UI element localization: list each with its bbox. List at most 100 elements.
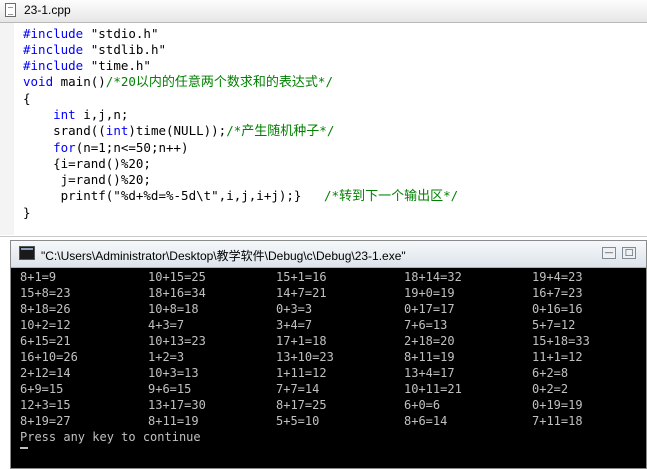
console-output: 8+1=9 10+15=25 15+1=16 18+14=32 19+4=23 15+8=…	[20, 269, 640, 429]
output-cell: 4+3=7	[148, 318, 185, 332]
output-cell: 15+8=23	[20, 286, 71, 300]
code-line: {	[23, 91, 458, 107]
output-cell: 10+2=12	[20, 318, 71, 332]
output-cell: 17+1=18	[276, 334, 327, 348]
output-cell: 18+14=32	[404, 270, 462, 284]
console-icon	[19, 246, 35, 260]
code-comment: /*20	[105, 74, 136, 89]
output-cell: 11+1=12	[532, 350, 583, 364]
output-cell: 16+7=23	[532, 286, 583, 300]
output-row: 12+3=15 13+17=30 8+17=25 6+0=6 0+19=19	[20, 397, 640, 413]
output-row: 16+10=26 1+2=3 13+10=23 8+11=19 11+1=12	[20, 349, 640, 365]
output-cell: 13+4=17	[404, 366, 455, 380]
console-title: "C:\Users\Administrator\Desktop\教学软件\Deb…	[41, 249, 406, 263]
code-comment: */	[319, 123, 335, 138]
file-name: 23-1.cpp	[24, 3, 71, 17]
code-line: int i,j,n;	[23, 107, 458, 123]
code-comment: 转到下一个输出区	[339, 189, 444, 204]
output-row: 8+18=26 10+8=18 0+3=3 0+17=17 0+16=16	[20, 301, 640, 317]
code-comment: 以内的任意两个数求和的表达式	[135, 75, 318, 90]
maximize-button[interactable]: □	[622, 247, 636, 259]
code-line: #include "stdio.h"	[23, 26, 458, 42]
text-cursor	[20, 447, 28, 449]
code-text: "stdio.h"	[83, 26, 159, 41]
output-cell: 16+10=26	[20, 350, 78, 364]
output-cell: 7+7=14	[276, 382, 320, 396]
code-keyword: int	[53, 107, 76, 122]
output-cell: 10+3=13	[148, 366, 199, 380]
code-text: main()	[53, 74, 106, 89]
editor-gutter	[0, 23, 14, 235]
code-text: printf("%d+%d=%-5d\t",i,j,i+j);}	[23, 188, 325, 203]
source-code[interactable]: #include "stdio.h" #include "stdlib.h" #in…	[23, 26, 458, 221]
code-keyword: #include	[23, 42, 84, 57]
output-cell: 0+17=17	[404, 302, 455, 316]
output-cell: 10+11=21	[404, 382, 462, 396]
console-title-bar[interactable]: "C:\Users\Administrator\Desktop\教学软件\Deb…	[11, 241, 646, 268]
output-cell: 7+6=13	[404, 318, 448, 332]
output-cell: 3+4=7	[276, 318, 313, 332]
code-text: }	[23, 205, 31, 220]
code-keyword: for	[53, 140, 76, 155]
code-comment: 产生随机种子	[241, 124, 320, 139]
output-cell: 14+7=21	[276, 286, 327, 300]
output-cell: 8+11=19	[148, 414, 199, 428]
code-comment: */	[443, 188, 459, 203]
output-row: 6+15=21 10+13=23 17+1=18 2+18=20 15+18=33	[20, 333, 640, 349]
output-cell: 6+15=21	[20, 334, 71, 348]
output-cell: 15+18=33	[532, 334, 590, 348]
output-cell: 10+8=18	[148, 302, 199, 316]
output-cell: 6+0=6	[404, 398, 441, 412]
code-line: #include "stdlib.h"	[23, 42, 458, 58]
code-text: )time(NULL));	[128, 123, 227, 138]
output-row: 2+12=14 10+3=13 1+11=12 13+4=17 6+2=8	[20, 365, 640, 381]
code-line: printf("%d+%d=%-5d\t",i,j,i+j);} /*转到下一个…	[23, 188, 459, 205]
output-cell: 15+1=16	[276, 270, 327, 284]
code-line: #include "time.h"	[23, 58, 458, 74]
editor-tab[interactable]: 23-1.cpp	[0, 0, 647, 23]
code-text: j=rand()%20;	[23, 172, 151, 187]
output-cell: 12+3=15	[20, 398, 71, 412]
output-cell: 0+2=2	[532, 382, 569, 396]
output-cell: 5+5=10	[276, 414, 320, 428]
output-cell: 19+0=19	[404, 286, 455, 300]
code-line: {i=rand()%20;	[23, 156, 458, 172]
code-line: void main()/*20以内的任意两个数求和的表达式*/	[23, 74, 458, 91]
output-cell: 8+18=26	[20, 302, 71, 316]
code-comment: /*	[226, 123, 242, 138]
output-cell: 0+19=19	[532, 398, 583, 412]
console-window[interactable]: "C:\Users\Administrator\Desktop\教学软件\Deb…	[10, 240, 647, 469]
code-keyword: void	[23, 74, 54, 89]
output-cell: 8+11=19	[404, 350, 455, 364]
output-cell: 7+11=18	[532, 414, 583, 428]
output-cell: 19+4=23	[532, 270, 583, 284]
output-cell: 10+15=25	[148, 270, 206, 284]
output-cell: 1+2=3	[148, 350, 185, 364]
code-text: {i=rand()%20;	[23, 156, 151, 171]
code-keyword: #include	[23, 26, 84, 41]
editor-window[interactable]: 23-1.cpp #include "stdio.h" #include "std…	[0, 0, 647, 237]
code-text: "stdlib.h"	[83, 42, 167, 57]
output-row: 8+1=9 10+15=25 15+1=16 18+14=32 19+4=23	[20, 269, 640, 285]
code-text: {	[23, 91, 31, 106]
code-line: j=rand()%20;	[23, 172, 458, 188]
output-row: 6+9=15 9+6=15 7+7=14 10+11=21 0+2=2	[20, 381, 640, 397]
code-comment: */	[317, 74, 333, 89]
code-line: srand((int)time(NULL));/*产生随机种子*/	[23, 123, 458, 140]
code-text: i,j,n;	[75, 107, 129, 122]
code-comment: /*	[324, 188, 340, 203]
code-text: (n=1;n<=50;n++)	[75, 140, 189, 155]
output-cell: 18+16=34	[148, 286, 206, 300]
minimize-button[interactable]: —	[602, 247, 616, 259]
code-line: for(n=1;n<=50;n++)	[23, 140, 458, 156]
code-text: "time.h"	[83, 58, 151, 73]
output-cell: 8+6=14	[404, 414, 448, 428]
document-icon	[5, 3, 16, 17]
output-cell: 6+2=8	[532, 366, 569, 380]
output-cell: 2+18=20	[404, 334, 455, 348]
output-cell: 0+16=16	[532, 302, 583, 316]
continue-prompt: Press any key to continue	[20, 430, 201, 444]
output-cell: 5+7=12	[532, 318, 576, 332]
